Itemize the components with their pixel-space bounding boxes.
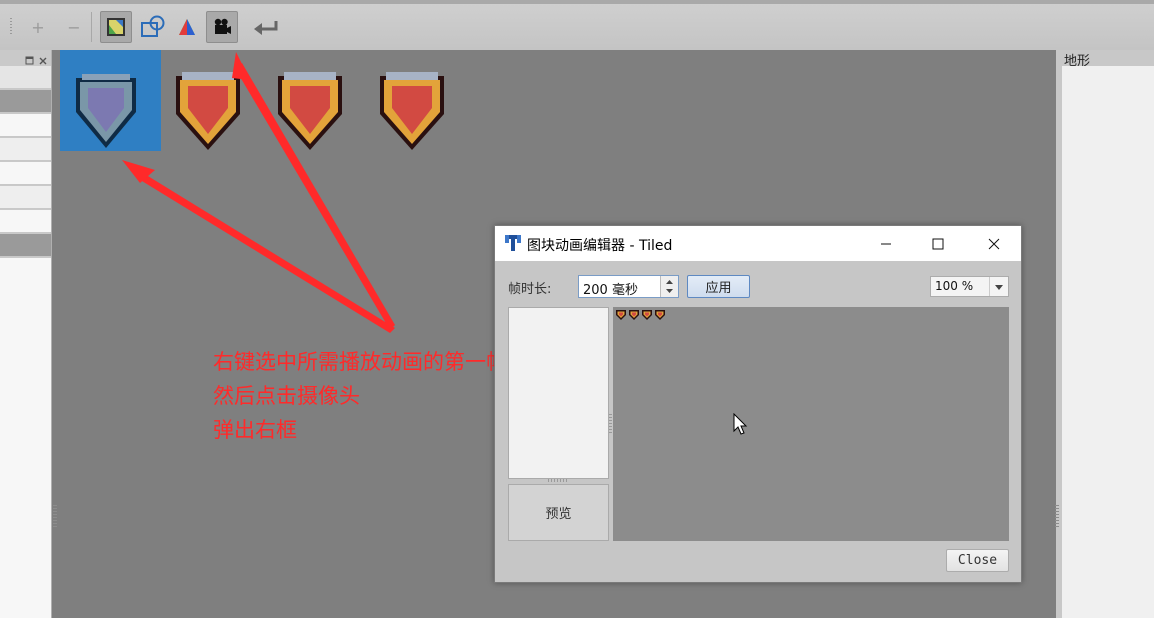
splitter-handle[interactable] bbox=[548, 479, 568, 482]
close-window-button[interactable] bbox=[971, 226, 1017, 261]
apply-button[interactable]: 应用 bbox=[687, 275, 750, 298]
mini-tile bbox=[642, 310, 652, 320]
minimize-button[interactable] bbox=[863, 226, 909, 261]
frame-duration-value[interactable]: 200 毫秒 bbox=[583, 279, 638, 298]
splitter-handle[interactable] bbox=[609, 414, 612, 434]
preview-pane: 预览 bbox=[508, 484, 609, 541]
zoom-select[interactable]: 100 % bbox=[930, 276, 1009, 297]
minimize-icon bbox=[881, 243, 891, 244]
tiled-logo-icon bbox=[505, 235, 521, 251]
chevron-down-icon bbox=[995, 284, 1003, 290]
zoom-value: 100 % bbox=[935, 279, 974, 293]
maximize-button[interactable] bbox=[915, 226, 961, 261]
dialog-title: 图块动画编辑器 - Tiled bbox=[527, 238, 673, 254]
arrow-head-camera bbox=[232, 52, 250, 80]
spin-up-down-icon bbox=[666, 280, 673, 293]
annotation-line: 弹出右框 bbox=[213, 418, 297, 442]
arrow-to-camera bbox=[236, 63, 395, 330]
mini-tile bbox=[616, 310, 626, 320]
close-button[interactable]: Close bbox=[946, 549, 1009, 572]
maximize-icon bbox=[932, 238, 944, 249]
annotation-line: 右键选中所需播放动画的第一帧 bbox=[213, 350, 507, 374]
close-icon bbox=[988, 238, 1000, 249]
tileset-mini-tiles bbox=[616, 310, 665, 320]
zoom-dropdown[interactable] bbox=[989, 277, 1008, 296]
spin-arrows[interactable] bbox=[660, 276, 678, 297]
frame-duration-spinbox[interactable]: 200 毫秒 bbox=[578, 275, 679, 298]
tileset-view[interactable] bbox=[613, 307, 1009, 541]
frame-duration-label: 帧时长: bbox=[508, 282, 552, 297]
dialog-titlebar[interactable]: 图块动画编辑器 - Tiled bbox=[495, 226, 1021, 261]
annotation-line: 然后点击摄像头 bbox=[213, 384, 360, 408]
mini-tile bbox=[629, 310, 639, 320]
mini-tile bbox=[655, 310, 665, 320]
animation-frames-list[interactable] bbox=[508, 307, 609, 479]
mouse-cursor-icon bbox=[733, 413, 748, 435]
arrow-to-tile bbox=[130, 165, 395, 333]
tile-animation-editor-dialog: 图块动画编辑器 - Tiled 帧时长: 200 毫秒 应用 100 % 预览 bbox=[494, 225, 1022, 583]
annotation-text: 右键选中所需播放动画的第一帧 然后点击摄像头 弹出右框 bbox=[213, 345, 507, 447]
